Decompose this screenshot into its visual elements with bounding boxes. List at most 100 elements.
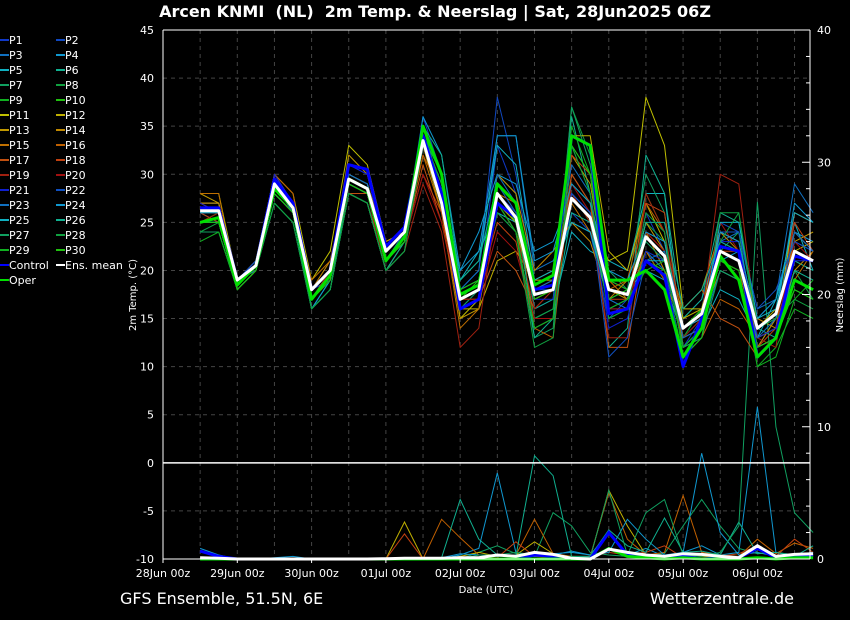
legend-label: P19: [9, 169, 30, 182]
y2-tick-label: 30: [817, 156, 831, 169]
y-tick-label: 25: [140, 216, 154, 229]
legend-label: P23: [9, 199, 30, 212]
temp-line-p3: [200, 135, 814, 319]
y-tick-label: 35: [140, 120, 154, 133]
x-tick-label: 03Jul 00z: [509, 567, 560, 580]
legend-label: P28: [65, 229, 86, 242]
legend-item: P1: [0, 34, 23, 47]
x-tick-label: 06Jul 00z: [732, 567, 783, 580]
legend-label: P21: [9, 184, 30, 197]
legend-item: P10: [56, 94, 86, 107]
legend-label: Control: [9, 259, 49, 272]
temp-line-p26: [200, 125, 814, 348]
legend-item: P15: [0, 139, 30, 152]
legend-item: P13: [0, 124, 30, 137]
temp-line-p8: [200, 106, 814, 348]
legend-item: P18: [56, 154, 86, 167]
legend-label: P17: [9, 154, 30, 167]
legend-label: P11: [9, 109, 30, 122]
legend-label: Oper: [9, 274, 36, 287]
y-tick-label: 0: [147, 457, 154, 470]
legend-label: P7: [9, 79, 23, 92]
source-credit: Wetterzentrale.de: [649, 589, 794, 608]
legend-label: P26: [65, 214, 86, 227]
legend-item: P5: [0, 64, 23, 77]
y-tick-label: -5: [143, 505, 154, 518]
y2-tick-label: 40: [817, 24, 831, 37]
legend-item: P23: [0, 199, 30, 212]
legend-item: P20: [56, 169, 86, 182]
legend-label: P12: [65, 109, 86, 122]
legend-label: P1: [9, 34, 23, 47]
x-tick-label: 05Jul 00z: [658, 567, 709, 580]
temp-line-p23: [200, 135, 814, 339]
legend-label: P2: [65, 34, 79, 47]
legend-label: P18: [65, 154, 86, 167]
y-tick-label: 40: [140, 72, 154, 85]
model-info: GFS Ensemble, 51.5N, 6E: [120, 589, 324, 608]
precip-line-p24: [199, 453, 814, 560]
legend-label: P8: [65, 79, 79, 92]
legend-item: P26: [56, 214, 86, 227]
axes: 45 40 35 30 25 20 15 10 5 0 -5 -10 40 30 20 10 0 28Jun 00…: [136, 24, 831, 580]
y-tick-label: 10: [140, 361, 154, 374]
legend-label: P14: [65, 124, 86, 137]
legend-item: P16: [56, 139, 86, 152]
legend-label: P25: [9, 214, 30, 227]
y-tick-label: 5: [147, 409, 154, 422]
y-tick-label: 45: [140, 24, 154, 37]
precip-line-p4: [200, 406, 814, 560]
legend-item: P12: [56, 109, 86, 122]
legend-item: P14: [56, 124, 86, 137]
legend-item: P9: [0, 94, 23, 107]
legend-item: P25: [0, 214, 30, 227]
legend-item: P30: [56, 244, 86, 257]
legend-item: P8: [56, 79, 79, 92]
y2-axis-label: Neerslag (mm): [835, 257, 846, 332]
legend-item: P3: [0, 49, 23, 62]
legend-item: P11: [0, 109, 30, 122]
legend-label: P9: [9, 94, 23, 107]
precip-line-p16: [200, 491, 814, 560]
x-tick-label: 30Jun 00z: [284, 567, 339, 580]
legend-item: P17: [0, 154, 30, 167]
legend-label: P6: [65, 64, 79, 77]
legend-item: P7: [0, 79, 23, 92]
y2-tick-label: 10: [817, 421, 831, 434]
y2-tick-label: 0: [817, 553, 824, 566]
legend-item: P4: [56, 49, 79, 62]
legend-label: P22: [65, 184, 86, 197]
x-axis-label: Date (UTC): [459, 585, 514, 596]
temperature-lines: [199, 96, 814, 369]
legend-label: P20: [65, 169, 86, 182]
x-tick-label: 01Jul 00z: [361, 567, 412, 580]
legend-label: P29: [9, 244, 30, 257]
legend-item: P19: [0, 169, 30, 182]
x-tick-label: 04Jul 00z: [584, 567, 635, 580]
ensemble-chart: 45 40 35 30 25 20 15 10 5 0 -5 -10 40 30 20 10 0 28Jun 00…: [0, 24, 846, 596]
y-axis-label: 2m Temp. (°C): [128, 259, 139, 331]
x-tick-label: 02Jul 00z: [435, 567, 486, 580]
x-tick-label: 28Jun 00z: [136, 567, 191, 580]
legend-label: P13: [9, 124, 30, 137]
legend-label: P30: [65, 244, 86, 257]
y2-tick-label: 20: [817, 289, 831, 302]
y-tick-label: 15: [140, 313, 154, 326]
y-tick-label: -10: [136, 553, 154, 566]
precip-line-p12: [200, 488, 814, 560]
legend-label: P16: [65, 139, 86, 152]
legend-item: P6: [56, 64, 79, 77]
legend-item: Control: [0, 259, 49, 272]
legend-item: P28: [56, 229, 86, 242]
legend-label: P5: [9, 64, 23, 77]
x-tick-label: 29Jun 00z: [210, 567, 265, 580]
legend-label: P27: [9, 229, 30, 242]
legend-item: P2: [56, 34, 79, 47]
y-tick-label: 30: [140, 168, 154, 181]
legend-item: P27: [0, 229, 30, 242]
legend-item: P21: [0, 184, 30, 197]
legend-label: P10: [65, 94, 86, 107]
legend-item: P24: [56, 199, 86, 212]
legend-label: P15: [9, 139, 30, 152]
legend-item: Oper: [0, 274, 36, 287]
